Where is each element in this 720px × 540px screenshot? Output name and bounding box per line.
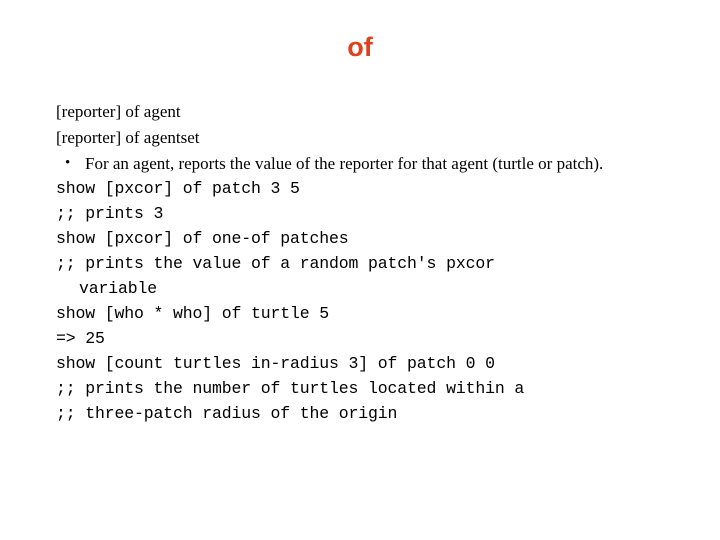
code-comment-line-2: ;; prints the value of a random patch's …: [56, 254, 495, 273]
signature-line-1: [reporter] of agent: [56, 102, 181, 121]
bullet-item-label: For an agent, reports the value of the r…: [85, 154, 604, 173]
code-line-1: show [pxcor] of patch 3 5: [56, 179, 300, 198]
slide-body: [reporter] of agent [reporter] of agents…: [56, 99, 656, 426]
code-result-line-1: => 25: [56, 329, 105, 348]
signature-line-2: [reporter] of agentset: [56, 128, 200, 147]
code-line-3: show [who * who] of turtle 5: [56, 304, 330, 323]
code-comment-line-4: ;; three-patch radius of the origin: [56, 404, 398, 423]
slide-title-area: of: [0, 32, 720, 62]
bullet-point-icon: •: [65, 155, 71, 171]
page-title: of: [347, 32, 373, 62]
code-comment-line-1: ;; prints 3: [56, 204, 164, 223]
code-line-2: show [pxcor] of one-of patches: [56, 229, 349, 248]
code-comment-line-2-wrap: variable: [79, 279, 158, 298]
code-comment-line-3: ;; prints the number of turtles located …: [56, 379, 525, 398]
bullet-item: • For an agent, reports the value of the…: [56, 151, 656, 176]
code-line-4: show [count turtles in-radius 3] of patc…: [56, 354, 495, 373]
slide-canvas: of [reporter] of agent [reporter] of age…: [0, 0, 720, 540]
